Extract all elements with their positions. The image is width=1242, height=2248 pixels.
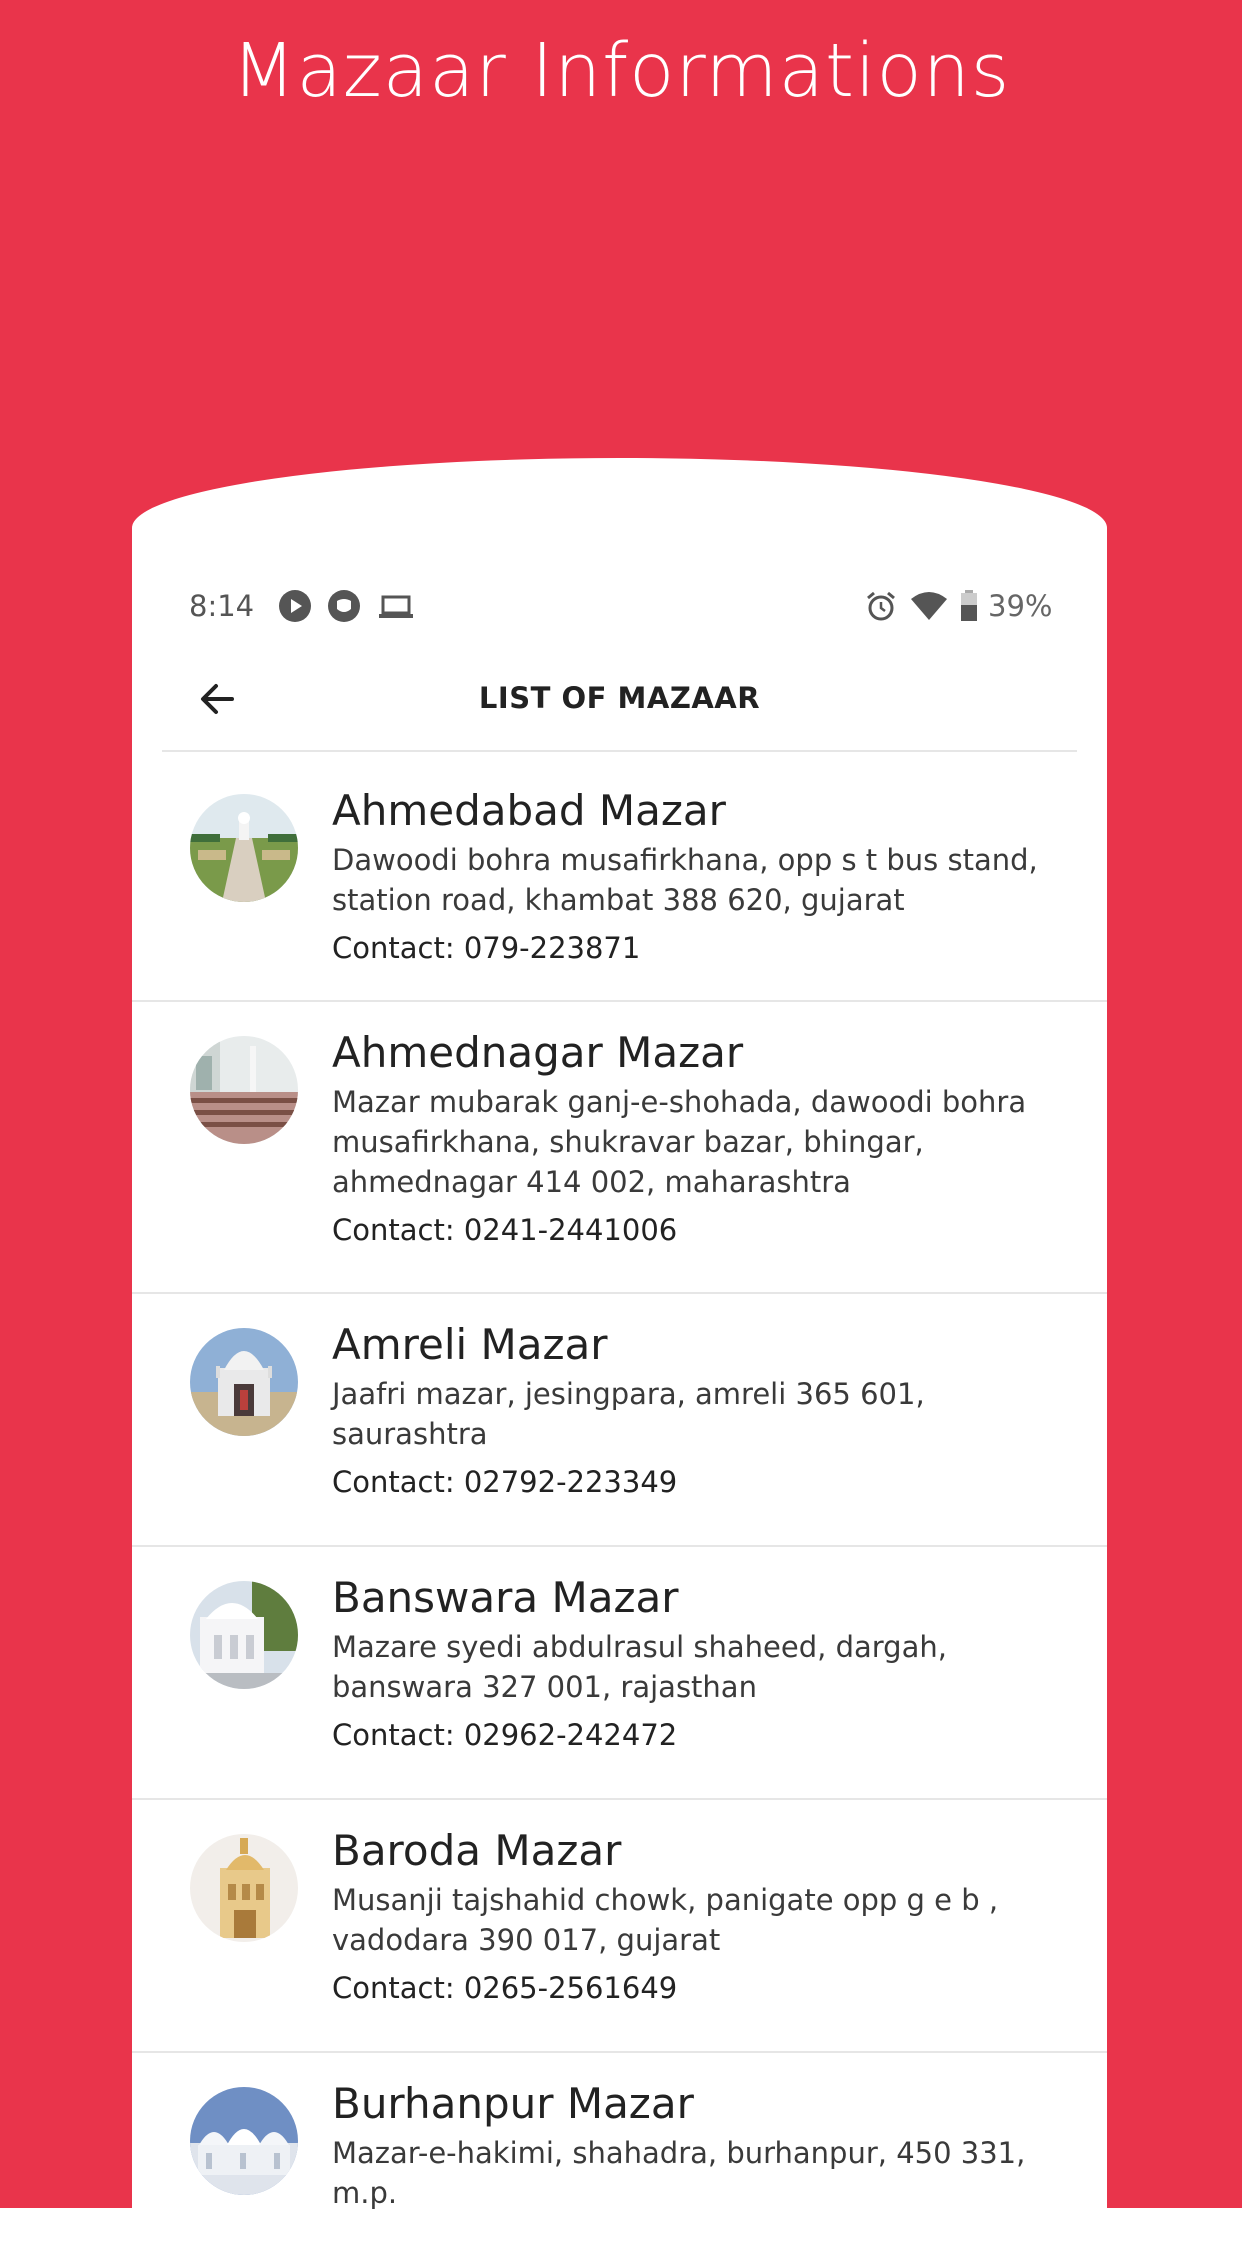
mazaar-address: Mazar-e-hakimi, shahadra, burhanpur, 450… xyxy=(332,2136,1026,2210)
mazaar-list: Ahmedabad Mazar Dawoodi bohra musafirkha… xyxy=(132,750,1107,2248)
battery-percent: 39% xyxy=(988,589,1053,623)
play-icon xyxy=(278,589,312,623)
page-title: LIST OF MAZAAR xyxy=(478,681,761,715)
mazaar-thumbnail xyxy=(190,1581,298,1689)
mazaar-address: Mazare syedi abdulrasul shaheed, dargah,… xyxy=(332,1630,947,1704)
mazaar-contact: Contact: 02792-223349 xyxy=(332,1465,678,1499)
mazaar-name: Baroda Mazar xyxy=(332,1826,622,1875)
app-notification-icon xyxy=(327,589,361,623)
app-bar: LIST OF MAZAAR xyxy=(132,648,1107,748)
mazaar-address: Jaafri mazar, jesingpara, amreli 365 601… xyxy=(332,1377,925,1451)
wifi-icon xyxy=(910,589,948,623)
mazaar-thumbnail xyxy=(190,794,298,902)
mazaar-name: Ahmednagar Mazar xyxy=(332,1028,744,1077)
mazaar-thumbnail xyxy=(190,2087,298,2195)
mazaar-name: Amreli Mazar xyxy=(332,1320,608,1369)
mazaar-contact: Contact: 0265-2561649 xyxy=(332,1971,678,2005)
mazaar-name: Burhanpur Mazar xyxy=(332,2079,694,2128)
list-item[interactable]: Baroda Mazar Musanji tajshahid chowk, pa… xyxy=(132,1800,1107,2053)
list-item[interactable]: Ahmedabad Mazar Dawoodi bohra musafirkha… xyxy=(132,750,1107,1002)
mazaar-contact: Contact: 0241-2441006 xyxy=(332,1213,678,1247)
mazaar-address: Musanji tajshahid chowk, panigate opp g … xyxy=(332,1883,999,1957)
mazaar-contact: Contact: 079-223871 xyxy=(332,931,641,965)
list-item[interactable]: Amreli Mazar Jaafri mazar, jesingpara, a… xyxy=(132,1294,1107,1547)
list-item[interactable]: Banswara Mazar Mazare syedi abdulrasul s… xyxy=(132,1547,1107,1800)
battery-icon xyxy=(959,589,979,623)
list-item[interactable]: Ahmednagar Mazar Mazar mubarak ganj-e-sh… xyxy=(132,1002,1107,1294)
list-item[interactable]: Burhanpur Mazar Mazar-e-hakimi, shahadra… xyxy=(132,2053,1107,2248)
status-bar: 8:14 39% xyxy=(132,581,1107,631)
alarm-icon xyxy=(864,589,898,623)
phone-screen: 8:14 39% LIST OF MAZAAR Ahmedabad Mazar … xyxy=(132,458,1107,2248)
mazaar-thumbnail xyxy=(190,1036,298,1144)
mazaar-thumbnail xyxy=(190,1834,298,1942)
mazaar-address: Dawoodi bohra musafirkhana, opp s t bus … xyxy=(332,843,1038,917)
mazaar-name: Banswara Mazar xyxy=(332,1573,679,1622)
promo-title: Mazaar Informations xyxy=(231,28,1011,114)
mazaar-address: Mazar mubarak ganj-e-shohada, dawoodi bo… xyxy=(332,1085,1027,1199)
mazaar-name: Ahmedabad Mazar xyxy=(332,786,726,835)
status-time: 8:14 xyxy=(189,589,255,623)
laptop-icon xyxy=(376,589,416,623)
mazaar-contact: Contact: 02962-242472 xyxy=(332,1718,678,1752)
mazaar-thumbnail xyxy=(190,1328,298,1436)
